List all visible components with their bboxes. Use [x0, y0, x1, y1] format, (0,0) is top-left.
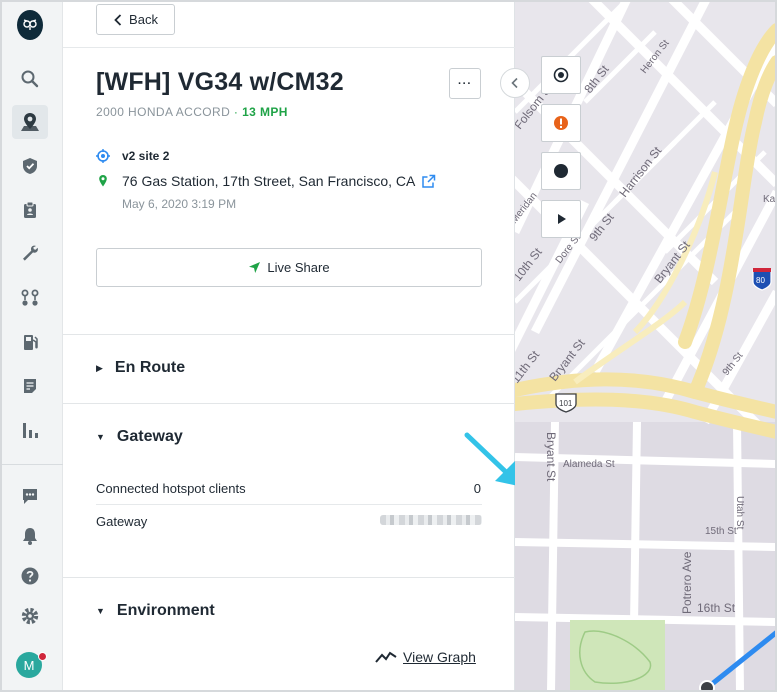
- navigation-arrow-icon: [249, 262, 261, 273]
- alert-icon: [554, 116, 568, 130]
- street-label: Ka: [763, 194, 776, 205]
- search-icon[interactable]: [16, 65, 44, 93]
- site-name: v2 site 2: [122, 149, 170, 163]
- live-share-label: Live Share: [267, 260, 330, 275]
- map-play-button[interactable]: [541, 200, 581, 238]
- location-timestamp: May 6, 2020 3:19 PM: [122, 197, 237, 211]
- street-label: 15th St: [705, 526, 737, 537]
- map-record-button[interactable]: [541, 152, 581, 190]
- bar-chart-icon[interactable]: [16, 416, 44, 444]
- gateway-label: Gateway: [96, 514, 148, 529]
- section-divider: [63, 403, 515, 404]
- address-row: 76 Gas Station, 17th Street, San Francis…: [96, 173, 436, 189]
- collapse-panel-button[interactable]: [500, 68, 530, 98]
- caret-down-icon: ▼: [96, 606, 105, 616]
- street-label: Alameda St: [563, 459, 615, 470]
- notification-dot: [38, 652, 47, 661]
- chevron-left-icon: [511, 77, 518, 89]
- vehicle-model: 2000 HONDA ACCORD: [96, 105, 231, 119]
- street-label: Bryant St: [544, 432, 558, 482]
- gear-icon[interactable]: [16, 602, 44, 630]
- highway-label: 101: [559, 399, 573, 408]
- chat-icon[interactable]: [16, 482, 44, 510]
- view-graph-label: View Graph: [403, 649, 476, 665]
- row-divider: [96, 504, 482, 505]
- vehicle-detail-panel: Back [WFH] VG34 w/CM32 ··· 2000 HONDA AC…: [63, 2, 523, 690]
- address-text: 76 Gas Station, 17th Street, San Francis…: [122, 173, 416, 189]
- map-pin-icon: [99, 175, 107, 187]
- street-label: Utah St: [734, 496, 745, 530]
- hotspot-clients-label: Connected hotspot clients: [96, 481, 246, 496]
- external-link-icon[interactable]: [421, 174, 436, 189]
- document-icon[interactable]: [16, 372, 44, 400]
- caret-down-icon: ▼: [96, 432, 105, 442]
- sidebar-divider: [2, 464, 63, 465]
- section-divider: [63, 334, 515, 335]
- separator-dot: ·: [233, 105, 239, 119]
- section-environment-label: Environment: [116, 602, 215, 619]
- map-pin-user-icon[interactable]: [12, 105, 48, 139]
- target-icon: [96, 149, 110, 163]
- street-label: 16th St: [697, 601, 736, 615]
- avatar-initial: M: [23, 657, 35, 673]
- record-icon: [554, 164, 568, 178]
- routes-icon[interactable]: [16, 284, 44, 312]
- chevron-left-icon: [114, 13, 122, 26]
- more-options-button[interactable]: ···: [449, 68, 481, 99]
- shield-icon[interactable]: [16, 152, 44, 180]
- app-window: M Back [WFH] VG34 w/CM32 ··· 2000 HONDA …: [0, 0, 777, 692]
- map-center-button[interactable]: [541, 56, 581, 94]
- highway-label: 80: [756, 276, 765, 285]
- play-icon: [558, 214, 566, 224]
- section-gateway-label: Gateway: [116, 428, 183, 445]
- section-divider: [63, 577, 515, 578]
- back-label: Back: [129, 12, 158, 27]
- line-graph-icon: [375, 651, 397, 663]
- street-label: Potrero Ave: [680, 551, 694, 614]
- live-share-button[interactable]: Live Share: [96, 248, 482, 287]
- target-icon: [553, 67, 569, 83]
- wrench-icon[interactable]: [16, 239, 44, 267]
- owl-logo-icon[interactable]: [17, 10, 43, 40]
- view-graph-link[interactable]: View Graph: [375, 649, 476, 665]
- help-icon[interactable]: [16, 562, 44, 590]
- site-row: v2 site 2: [96, 149, 169, 163]
- vehicle-speed: 13 MPH: [242, 105, 288, 119]
- vehicle-subtitle: 2000 HONDA ACCORD · 13 MPH: [96, 105, 288, 119]
- gateway-value-redacted: [380, 515, 482, 525]
- map-alert-button[interactable]: [541, 104, 581, 142]
- back-button[interactable]: Back: [96, 4, 175, 35]
- more-options-label: ···: [458, 77, 472, 90]
- page-title: [WFH] VG34 w/CM32: [96, 68, 344, 96]
- section-gateway[interactable]: ▼ Gateway: [96, 428, 183, 446]
- section-en-route[interactable]: ▶ En Route: [96, 359, 185, 377]
- section-environment[interactable]: ▼ Environment: [96, 602, 215, 620]
- caret-right-icon: ▶: [96, 362, 103, 373]
- bell-icon[interactable]: [16, 522, 44, 550]
- section-en-route-label: En Route: [114, 359, 186, 376]
- fuel-icon[interactable]: [16, 328, 44, 356]
- back-bar: Back: [63, 2, 515, 48]
- clipboard-icon[interactable]: [16, 196, 44, 224]
- sidebar: M: [2, 2, 63, 690]
